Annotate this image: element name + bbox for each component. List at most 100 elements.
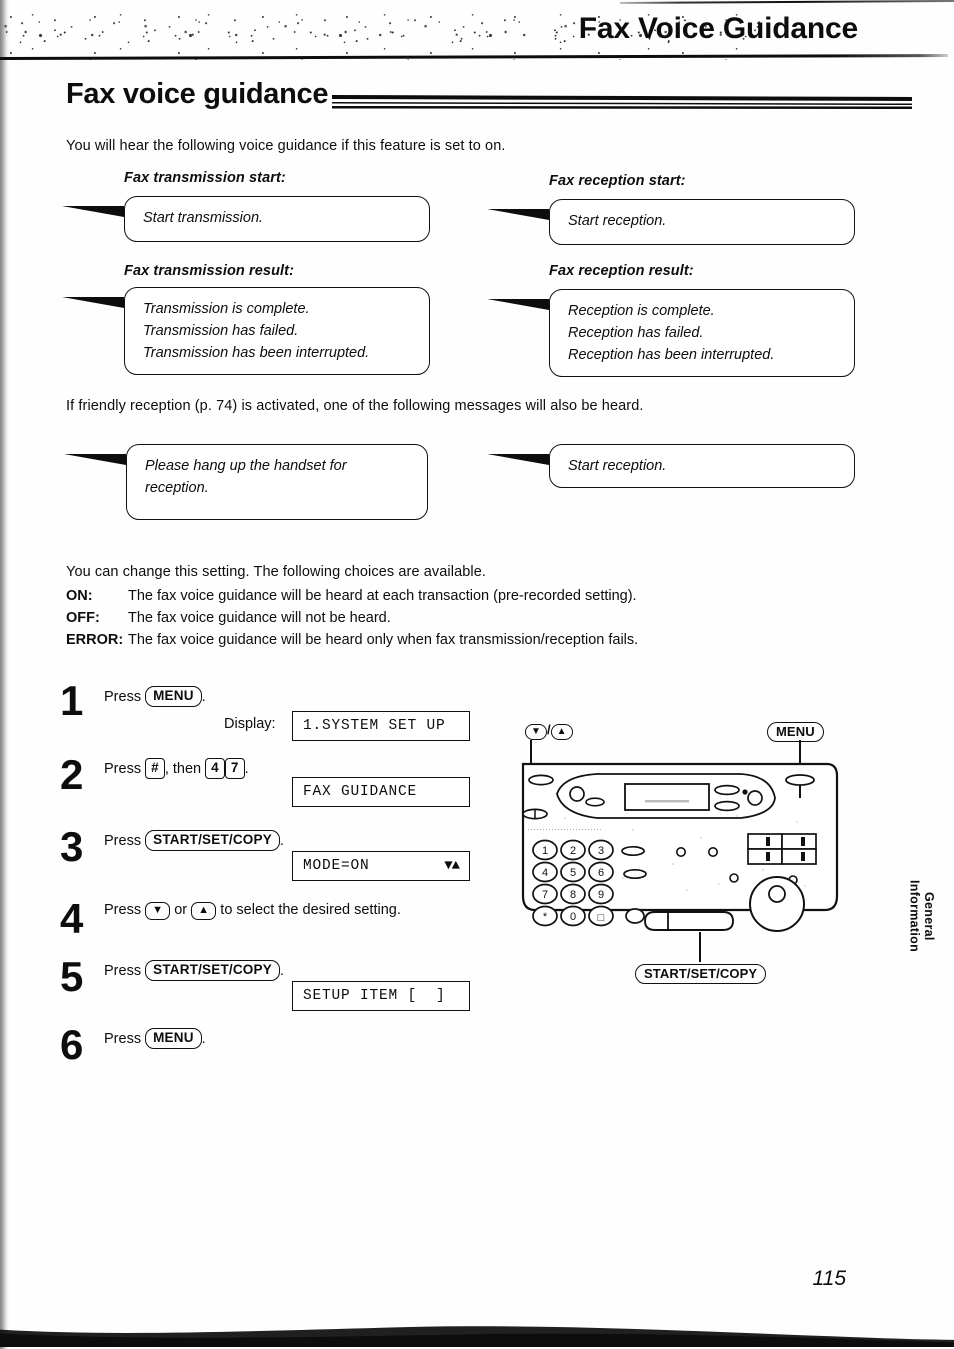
callout-bubble: Start reception. (549, 444, 855, 489)
definition-row: ON: The fax voice guidance will be heard… (66, 586, 638, 608)
press-word: Press (104, 963, 142, 979)
step-number: 1 (60, 677, 83, 724)
callout-pointer-icon (487, 454, 549, 481)
step-number: 5 (60, 953, 83, 1000)
side-tab-general-information: General Information (907, 880, 936, 953)
callout-label-transmission-result: Fax transmission result: (124, 263, 295, 279)
page-edge-shadow (0, 0, 9, 1349)
start-set-copy-key[interactable]: START/SET/COPY (145, 830, 280, 851)
lcd-arrows-icon: ▼▲ (444, 858, 460, 874)
svg-text:1: 1 (542, 845, 548, 857)
arrow-down-key[interactable]: ▼ (145, 902, 171, 920)
definition-row: ERROR: The fax voice guidance will be he… (66, 630, 638, 652)
callout-pointer-icon (62, 206, 124, 233)
callout-reception-result: Reception is complete. Reception has fai… (487, 289, 855, 378)
callout-label-reception-result: Fax reception result: (549, 263, 694, 279)
header-top-rule (619, 0, 954, 4)
callout-transmission-result: Transmission is complete. Transmission h… (62, 287, 430, 376)
bottom-scan-artifact (0, 1307, 954, 1347)
step-number: 6 (60, 1021, 83, 1068)
callout-pointer-icon (487, 209, 549, 236)
svg-text:9: 9 (598, 889, 604, 901)
step-period: . (201, 1031, 206, 1047)
callout-line: Reception is complete. (568, 303, 715, 319)
svg-text:2: 2 (570, 845, 576, 857)
definition-description: The fax voice guidance will be heard at … (128, 588, 637, 604)
callout-friendly-handset: Please hang up the handset for reception… (64, 444, 428, 520)
side-tab-line-2: Information (907, 880, 922, 953)
lcd-readout-step5: SETUP ITEM [ ] (292, 981, 470, 1011)
callout-line: Reception has failed. (568, 325, 704, 342)
page-title: Fax voice guidance (66, 78, 329, 110)
step-tail-text: to select the desired setting. (220, 902, 401, 918)
callout-bubble: Reception is complete. Reception has fai… (549, 289, 855, 378)
callout-bubble: Transmission is complete. Transmission h… (124, 287, 430, 376)
page-number: 115 (812, 1267, 846, 1290)
svg-text:3: 3 (598, 845, 604, 857)
step-instruction: Press MENU. (104, 678, 490, 707)
svg-text:7: 7 (542, 889, 548, 901)
svg-text:8: 8 (570, 889, 576, 901)
menu-key[interactable]: MENU (145, 686, 202, 707)
settings-lead-paragraph: You can change this setting. The followi… (66, 564, 487, 580)
digit-key-4[interactable]: 4 (205, 758, 225, 779)
arrow-up-key[interactable]: ▲ (191, 902, 217, 920)
definition-term: ON: (66, 588, 93, 604)
definition-term: ERROR: (66, 631, 124, 648)
step-period: . (279, 833, 284, 849)
side-tab-line-1: General (922, 891, 936, 941)
step-6: 6 Press MENU. (60, 1024, 490, 1074)
step-instruction: Press #, then 47. (104, 754, 490, 779)
lcd-readout-step1: 1.SYSTEM SET UP (292, 711, 470, 741)
callout-label-reception-start: Fax reception start: (549, 173, 686, 189)
lcd-readout-step2: FAX GUIDANCE (292, 777, 470, 807)
then-word: , then (164, 761, 202, 777)
callout-line: reception. (145, 480, 209, 497)
callout-bubble: Please hang up the handset for reception… (126, 444, 428, 520)
callout-transmission-start: Start transmission. (62, 196, 430, 242)
callout-line: Transmission has failed. (143, 323, 299, 340)
page-title-block: Fax voice guidance (66, 78, 912, 111)
svg-text:*: * (543, 911, 548, 923)
definition-term: OFF: (66, 609, 100, 626)
callout-line: Start reception. (568, 213, 667, 229)
settings-definition-list: ON: The fax voice guidance will be heard… (66, 586, 638, 651)
definition-description: The fax voice guidance will not be heard… (128, 609, 391, 626)
definition-description: The fax voice guidance will be heard onl… (128, 631, 639, 648)
callout-friendly-reception: Start reception. (487, 444, 855, 489)
step-instruction: Press START/SET/COPY. (104, 826, 490, 851)
fax-control-panel-illustration: ························· 1 2 3 4 5 6 7 … (521, 740, 839, 962)
callout-pointer-icon (62, 297, 124, 324)
digit-key-7[interactable]: 7 (224, 758, 245, 779)
callout-line: Start reception. (568, 458, 667, 474)
display-label: Display: (224, 716, 276, 732)
callout-pointer-icon (64, 454, 126, 481)
press-word: Press (104, 1031, 142, 1047)
svg-text:□: □ (598, 912, 605, 924)
svg-text:4: 4 (542, 867, 548, 879)
callout-reception-start: Start reception. (487, 199, 855, 245)
step-instruction: Press ▼ or ▲ to select the desired setti… (104, 898, 490, 920)
press-word: Press (104, 902, 142, 918)
step-instruction: Press MENU. (104, 1024, 490, 1049)
definition-row: OFF: The fax voice guidance will not be … (66, 608, 638, 630)
callout-bubble: Start reception. (549, 199, 855, 245)
press-word: Press (104, 761, 142, 777)
device-diagram: ▼ / ▲ MENU START/SET/COPY ··············… (505, 718, 865, 998)
callout-line: Please hang up the handset for (145, 458, 347, 474)
callout-line: Reception has been interrupted. (568, 347, 775, 364)
callout-label-transmission-start: Fax transmission start: (124, 170, 286, 186)
start-set-copy-key[interactable]: START/SET/COPY (145, 960, 280, 981)
callout-pointer-icon (487, 299, 549, 326)
callout-line: Transmission has been interrupted. (143, 345, 370, 362)
menu-key[interactable]: MENU (145, 1028, 202, 1049)
intro-paragraph: You will hear the following voice guidan… (66, 138, 506, 154)
step-number: 4 (60, 895, 83, 942)
step-instruction: Press START/SET/COPY. (104, 956, 490, 981)
press-word: Press (104, 689, 142, 705)
step-period: . (244, 761, 249, 777)
step-number: 3 (60, 823, 83, 870)
step-4: 4 Press ▼ or ▲ to select the desired set… (60, 898, 490, 956)
callout-line: Start transmission. (143, 210, 264, 226)
hash-key[interactable]: # (145, 758, 165, 779)
